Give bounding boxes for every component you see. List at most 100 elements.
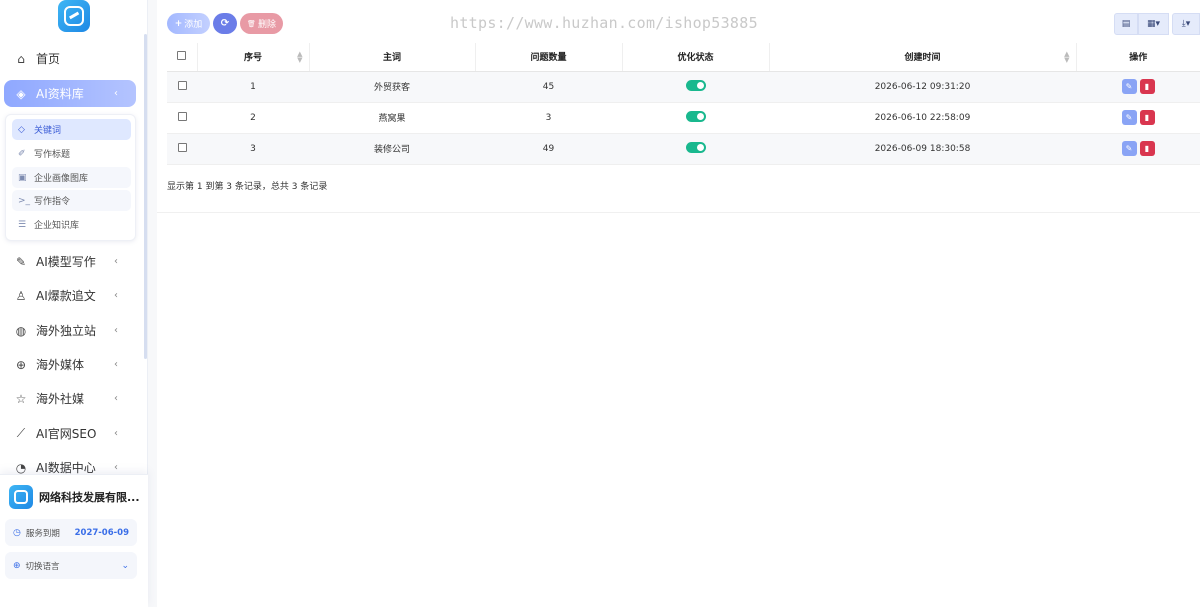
cell-count: 49 — [475, 133, 622, 165]
column-header-label: 问题数量 — [530, 53, 567, 64]
language-switcher-label: 切换语言 — [25, 561, 60, 572]
submenu-item-label: 关键词 — [34, 126, 62, 136]
terminal-icon: >_ — [18, 195, 31, 206]
image-icon: ▣ — [18, 172, 27, 183]
columns-button[interactable]: ▦▾ — [1138, 13, 1169, 35]
sidebar-item-label: AI爆款追文 — [36, 289, 96, 303]
chevron-down-icon: ⌄ — [121, 560, 129, 571]
table-row: 3 装修公司 49 2026-06-09 18:30:58 ✎ ▮ — [167, 133, 1200, 165]
column-header-label: 序号 — [243, 53, 262, 64]
column-header-index[interactable]: 序号 ▲ ▼ — [197, 43, 310, 72]
delete-button[interactable]: 🗑 删除 — [240, 13, 283, 34]
company-name: 网络科技发展有限... — [9, 485, 140, 509]
export-button[interactable]: ⤓▾ — [1172, 13, 1200, 35]
row-checkbox[interactable] — [177, 142, 187, 152]
pencil-icon: ✎ — [1125, 82, 1133, 91]
list-icon: ▤ — [1121, 19, 1131, 29]
sidebar-scrollbar[interactable] — [144, 34, 147, 359]
column-header-count: 问题数量 — [475, 43, 623, 72]
row-delete-button[interactable]: ▮ — [1139, 79, 1155, 94]
export-controls: ⤓▾ — [1172, 13, 1200, 35]
submenu-item-image-library[interactable]: ▣ 企业画像图库 — [12, 167, 131, 188]
layers-icon: ◈ — [16, 86, 26, 101]
status-toggle[interactable] — [685, 110, 706, 122]
submenu-item-label: 写作标题 — [34, 150, 71, 160]
chevron-left-icon: ‹ — [114, 256, 118, 267]
status-toggle[interactable] — [685, 141, 706, 153]
chevron-left-icon: ‹ — [114, 462, 118, 473]
grid-icon: ▦▾ — [1146, 19, 1161, 29]
trash-icon: ▮ — [1144, 113, 1150, 122]
refresh-button[interactable]: ⟳ — [213, 13, 237, 34]
download-icon: ⤓▾ — [1181, 19, 1191, 29]
sidebar-item-ai-writing[interactable]: ✎ AI模型写作 ‹ — [4, 248, 136, 275]
column-header-label: 操作 — [1129, 53, 1148, 64]
sidebar-item-label: 海外社媒 — [36, 392, 85, 406]
card-view-button[interactable]: ▤ — [1114, 13, 1138, 35]
trash-icon: ▮ — [1144, 144, 1150, 153]
sidebar-item-label: 首页 — [36, 52, 61, 66]
row-checkbox[interactable] — [177, 80, 187, 90]
column-header-keyword: 主词 — [309, 43, 476, 72]
sidebar-item-label: AI官网SEO — [36, 427, 97, 441]
sidebar-item-ai-trending[interactable]: ♙ AI爆款追文 ‹ — [4, 282, 136, 309]
edit-button[interactable]: ✎ — [1121, 79, 1137, 94]
cell-keyword: 外贸获客 — [309, 71, 475, 103]
service-expiry: ◷ 服务到期 2027-06-09 — [5, 519, 137, 546]
clock-icon: ◷ — [13, 527, 21, 538]
cell-count: 3 — [475, 102, 622, 134]
service-expiry-label: 服务到期 — [25, 528, 60, 539]
sidebar-item-overseas-site[interactable]: ◍ 海外独立站 ‹ — [4, 317, 136, 344]
refresh-icon: ⟳ — [220, 18, 230, 29]
main-empty-area — [157, 212, 1200, 607]
chevron-left-icon: ‹ — [114, 325, 118, 336]
select-all-checkbox[interactable] — [177, 50, 187, 60]
row-delete-button[interactable]: ▮ — [1139, 110, 1155, 125]
sort-icon: ▲ ▼ — [297, 50, 303, 64]
table-row: 2 燕窝果 3 2026-06-10 22:58:09 ✎ ▮ — [167, 102, 1200, 134]
plus-icon: + — [174, 18, 183, 29]
add-button[interactable]: + 添加 — [167, 13, 210, 34]
globe-icon: ⊕ — [13, 560, 21, 571]
row-delete-button[interactable]: ▮ — [1139, 141, 1155, 156]
table-header-row: 序号 ▲ ▼ 主词 问题数量 优化状态 创建时间 ▲ ▼ 操作 — [167, 43, 1200, 72]
language-switcher[interactable]: ⊕ 切换语言 ⌄ — [5, 552, 137, 579]
submenu-ai-library: ◇ 关键词 ✐ 写作标题 ▣ 企业画像图库 >_ 写作指令 ☰ 企业知识库 — [5, 114, 136, 241]
row-checkbox[interactable] — [177, 111, 187, 121]
submenu-item-label: 企业画像图库 — [34, 174, 89, 184]
submenu-item-knowledge-base[interactable]: ☰ 企业知识库 — [12, 214, 131, 235]
submenu-item-label: 写作指令 — [34, 197, 71, 207]
app-logo-icon[interactable] — [57, 0, 90, 32]
edit-button[interactable]: ✎ — [1121, 141, 1137, 156]
select-all-cell — [167, 43, 198, 72]
company-logo-icon — [9, 485, 33, 509]
world-icon: ⊕ — [15, 357, 27, 372]
sidebar-item-label: 海外独立站 — [36, 324, 97, 338]
status-toggle[interactable] — [685, 79, 706, 91]
submenu-item-keywords[interactable]: ◇ 关键词 — [12, 119, 131, 140]
chevron-left-icon: ‹ — [114, 393, 118, 404]
feather-icon: ✐ — [18, 148, 26, 159]
globe-icon: ◍ — [15, 323, 27, 338]
sidebar-item-ai-seo[interactable]: ⟋ AI官网SEO ‹ — [4, 420, 136, 447]
column-header-actions: 操作 — [1076, 43, 1200, 72]
sidebar-item-overseas-media[interactable]: ⊕ 海外媒体 ‹ — [4, 351, 136, 378]
delete-button-label: 删除 — [257, 20, 276, 30]
cell-count: 45 — [475, 71, 622, 103]
sidebar-item-ai-library[interactable]: ◈ AI资料库 ‹ — [4, 80, 136, 107]
submenu-item-writing-titles[interactable]: ✐ 写作标题 — [12, 143, 131, 164]
company-name-text: 网络科技发展有限... — [39, 491, 140, 504]
bell-icon: ♙ — [15, 288, 27, 303]
home-icon: ⌂ — [17, 51, 25, 66]
sidebar-item-home[interactable]: ⌂ 首页 — [4, 45, 136, 72]
cell-keyword: 燕窝果 — [309, 102, 475, 134]
pie-icon: ◔ — [15, 460, 27, 475]
pagination-summary: 显示第 1 到第 3 条记录，总共 3 条记录 — [167, 182, 328, 192]
edit-button[interactable]: ✎ — [1121, 110, 1137, 125]
watermark: https://www.huzhan.com/ishop53885 — [450, 14, 758, 32]
submenu-item-writing-prompts[interactable]: >_ 写作指令 — [12, 190, 131, 211]
pencil-icon: ✎ — [1125, 113, 1133, 122]
tag-icon: ◇ — [18, 124, 25, 135]
sidebar-item-overseas-social[interactable]: ☆ 海外社媒 ‹ — [4, 385, 136, 412]
column-header-created[interactable]: 创建时间 ▲ ▼ — [769, 43, 1077, 72]
